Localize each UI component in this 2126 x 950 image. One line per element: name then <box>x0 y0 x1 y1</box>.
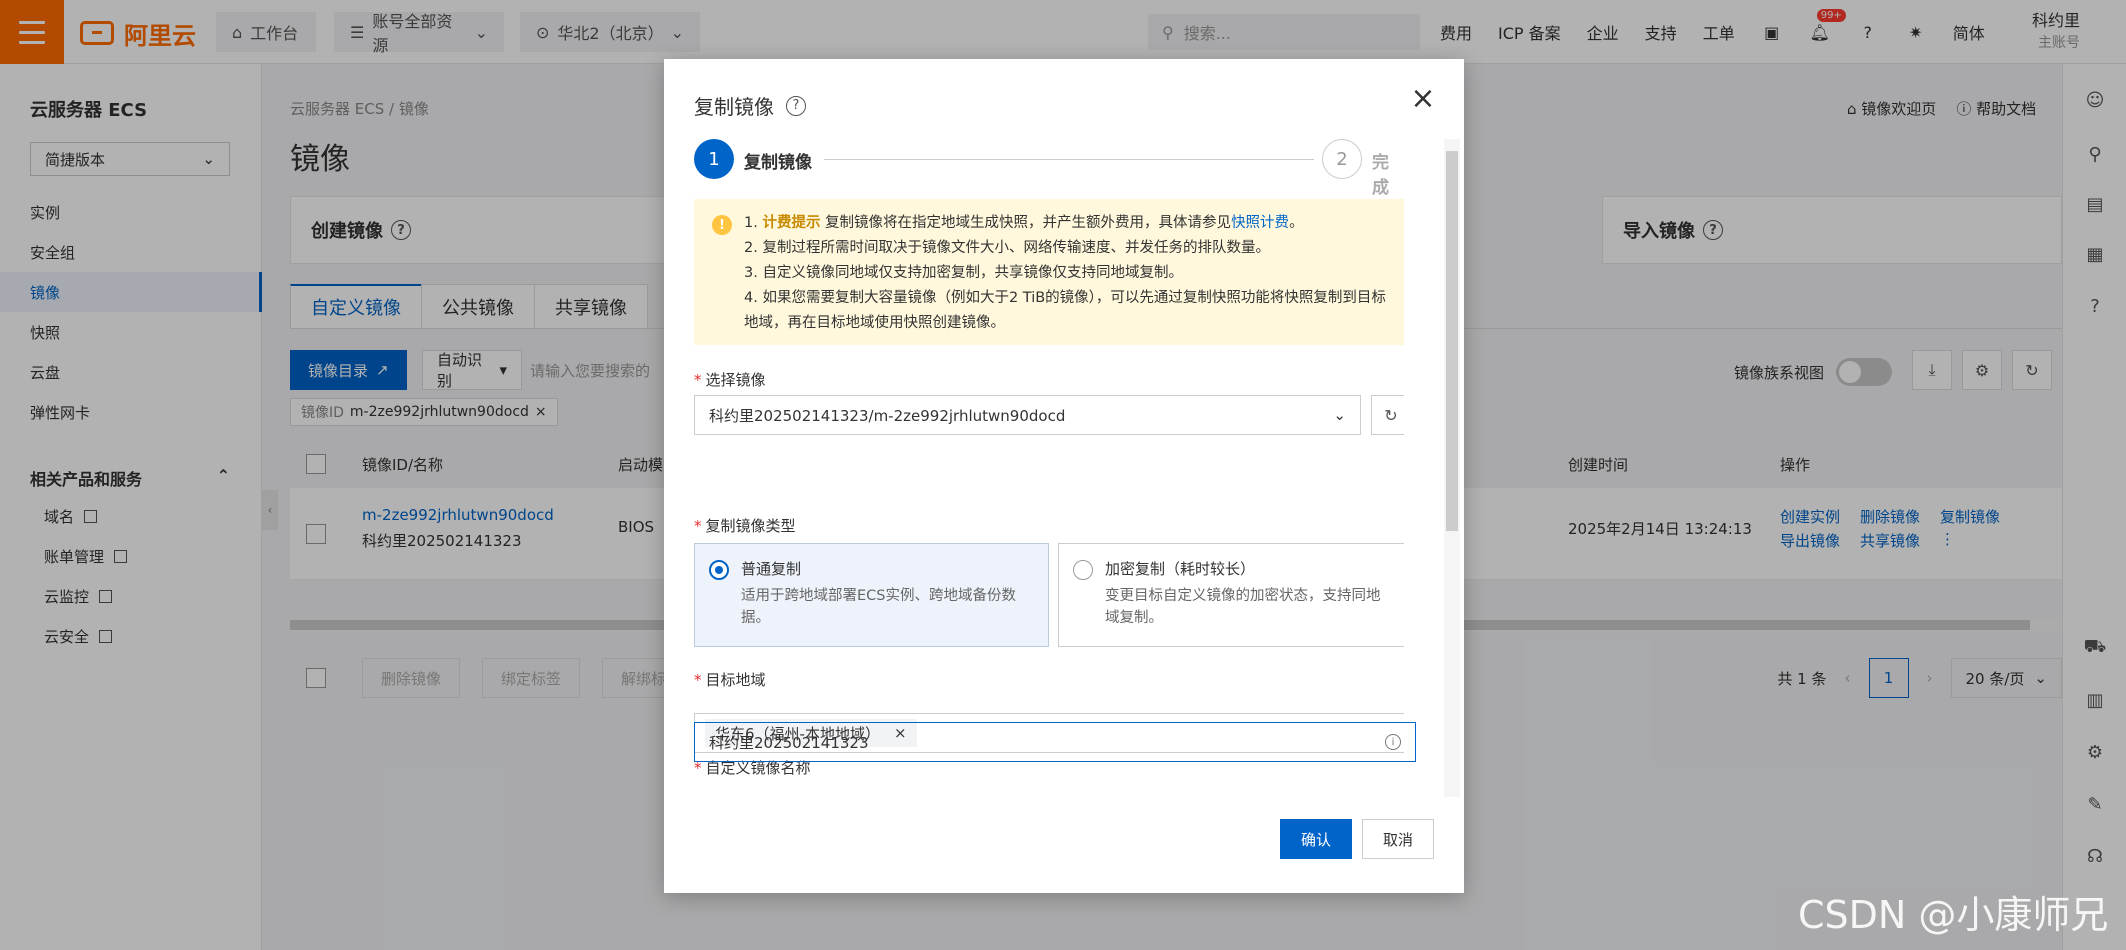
notice-suffix: 。 <box>1289 215 1304 231</box>
step-connector <box>824 159 1314 160</box>
refresh-icon[interactable]: ↻ <box>1371 395 1404 435</box>
copy-image-dialog: 复制镜像 ? × 1 复制镜像 2 完成 ! 1. 计费提示 复制镜像将在指定地… <box>664 59 1464 893</box>
custom-name-input[interactable]: 科约里202502141323 i <box>694 722 1416 762</box>
copy-encrypted-option[interactable]: 加密复制（耗时较长） 变更目标自定义镜像的加密状态，支持同地域复制。 <box>1058 543 1404 647</box>
dialog-footer: 确认 取消 <box>664 819 1464 893</box>
cancel-button[interactable]: 取消 <box>1362 819 1434 859</box>
select-image-value: 科约里202502141323/m-2ze992jrhlutwn90docd <box>709 406 1066 425</box>
target-region-label: * 目标地域 <box>694 671 766 689</box>
confirm-button[interactable]: 确认 <box>1280 819 1352 859</box>
watermark: CSDN @小康师兄 <box>1798 893 2109 937</box>
notice-line-2: 2. 复制过程所需时间取决于镜像文件大小、网络传输速度、并发任务的排队数量。 <box>744 240 1270 256</box>
chevron-down-icon: ⌄ <box>1333 406 1346 424</box>
radio-normal[interactable] <box>709 560 729 580</box>
copy-normal-option[interactable]: 普通复制 适用于跨地域部署ECS实例、跨地域备份数据。 <box>694 543 1049 647</box>
notice-box: ! 1. 计费提示 复制镜像将在指定地域生成快照，并产生额外费用，具体请参见快照… <box>694 199 1404 345</box>
option-desc: 变更目标自定义镜像的加密状态，支持同地域复制。 <box>1105 588 1381 626</box>
select-image-label: * 选择镜像 <box>694 371 766 389</box>
stepper: 1 复制镜像 2 完成 <box>694 139 1404 198</box>
label-text: 选择镜像 <box>705 371 766 389</box>
label-text: 复制镜像类型 <box>705 517 796 535</box>
info-icon[interactable]: i <box>1385 734 1401 750</box>
dialog-body: 1 复制镜像 2 完成 ! 1. 计费提示 复制镜像将在指定地域生成快照，并产生… <box>694 139 1404 789</box>
notice-line-3: 3. 自定义镜像同地域仅支持加密复制，共享镜像仅支持同地域复制。 <box>744 265 1183 281</box>
dialog-title: 复制镜像 ? <box>694 91 806 120</box>
step-1-circle: 1 <box>694 139 734 179</box>
warning-icon: ! <box>712 215 732 235</box>
notice-text: 复制镜像将在指定地域生成快照，并产生额外费用，具体请参见 <box>820 215 1232 231</box>
option-desc: 适用于跨地域部署ECS实例、跨地域备份数据。 <box>741 588 1016 626</box>
notice-line-4: 4. 如果您需要复制大容量镜像（例如大于2 TiB的镜像），可以先通过复制快照功… <box>744 290 1386 331</box>
scrollbar-thumb[interactable] <box>1446 151 1458 531</box>
step-2-circle: 2 <box>1322 139 1362 179</box>
help-icon[interactable]: ? <box>786 95 806 116</box>
step-1-label: 复制镜像 <box>744 153 812 173</box>
option-title: 普通复制 <box>741 560 802 578</box>
notice-line-1: 1. 计费提示 复制镜像将在指定地域生成快照，并产生额外费用，具体请参见快照计费… <box>744 211 1400 236</box>
snapshot-billing-link[interactable]: 快照计费 <box>1231 215 1289 231</box>
billing-tip: 计费提示 <box>762 215 821 231</box>
custom-name-value: 科约里202502141323 <box>709 733 869 752</box>
select-image-dropdown[interactable]: 科约里202502141323/m-2ze992jrhlutwn90docd ⌄ <box>694 395 1361 435</box>
option-title: 加密复制（耗时较长） <box>1105 560 1256 578</box>
step-2-label: 完成 <box>1372 153 1389 198</box>
notice-prefix: 1. <box>744 215 763 231</box>
dialog-scrollbar[interactable] <box>1444 139 1460 797</box>
copy-type-label: * 复制镜像类型 <box>694 517 796 535</box>
label-text: 目标地域 <box>705 671 766 689</box>
radio-encrypted[interactable] <box>1073 560 1093 580</box>
close-icon[interactable]: × <box>1408 84 1438 115</box>
dialog-title-text: 复制镜像 <box>694 95 774 119</box>
